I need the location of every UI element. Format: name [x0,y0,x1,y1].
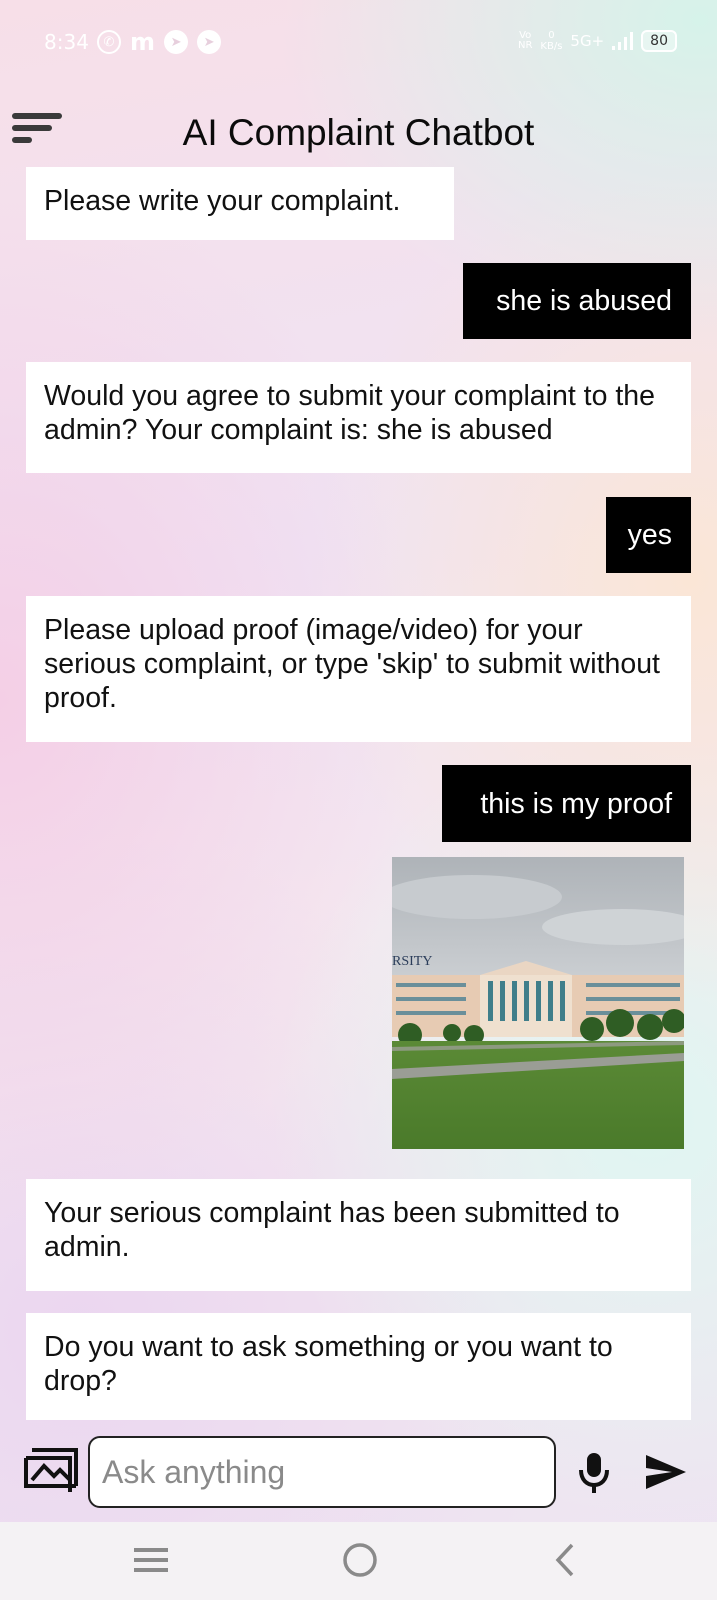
bot-message: Do you want to ask something or you want… [26,1313,691,1420]
network-speed: 0 KB/s [540,30,563,52]
bot-message: Your serious complaint has been submitte… [26,1179,691,1291]
page-title: AI Complaint Chatbot [182,112,535,153]
battery-level: 80 [650,33,668,49]
status-bar: 8:34 ✆ m ➤ ➤ Vo NR 0 KB/s 5G+ 80 [0,0,717,86]
user-message: yes [606,497,691,573]
battery-icon: 80 [641,30,677,52]
compass-icon-2: ➤ [197,30,222,54]
bot-message: Would you agree to submit your complaint… [26,362,691,473]
status-time: 8:34 [44,30,89,54]
compass-icon: ➤ [164,30,189,54]
bot-message: Please upload proof (image/video) for yo… [26,596,691,742]
microphone-icon[interactable] [578,1452,610,1494]
status-indicators: Vo NR 0 KB/s 5G+ 80 [518,30,677,52]
image-upload-icon[interactable] [24,1448,78,1494]
bot-message: Please write your complaint. [26,167,454,240]
user-message: she is abused [463,263,691,339]
network-type: 5G+ [570,32,605,50]
recents-icon[interactable] [134,1540,168,1580]
home-icon[interactable] [342,1540,378,1580]
chat-input[interactable] [88,1436,556,1508]
volte-indicator: Vo NR [517,30,533,51]
building-sign-text: RSITY [392,954,432,969]
send-icon[interactable] [645,1454,687,1490]
back-icon[interactable] [552,1540,576,1580]
whatsapp-icon: ✆ [97,30,121,54]
chat-input-row [0,1428,717,1508]
proof-image[interactable]: RSITY [392,857,684,1149]
signal-icon [612,32,634,50]
user-message: this is my proof [442,765,691,842]
notification-icons: ✆ m ➤ ➤ [97,28,222,56]
system-nav-bar [0,1522,717,1600]
messenger-icon: m [130,28,156,56]
